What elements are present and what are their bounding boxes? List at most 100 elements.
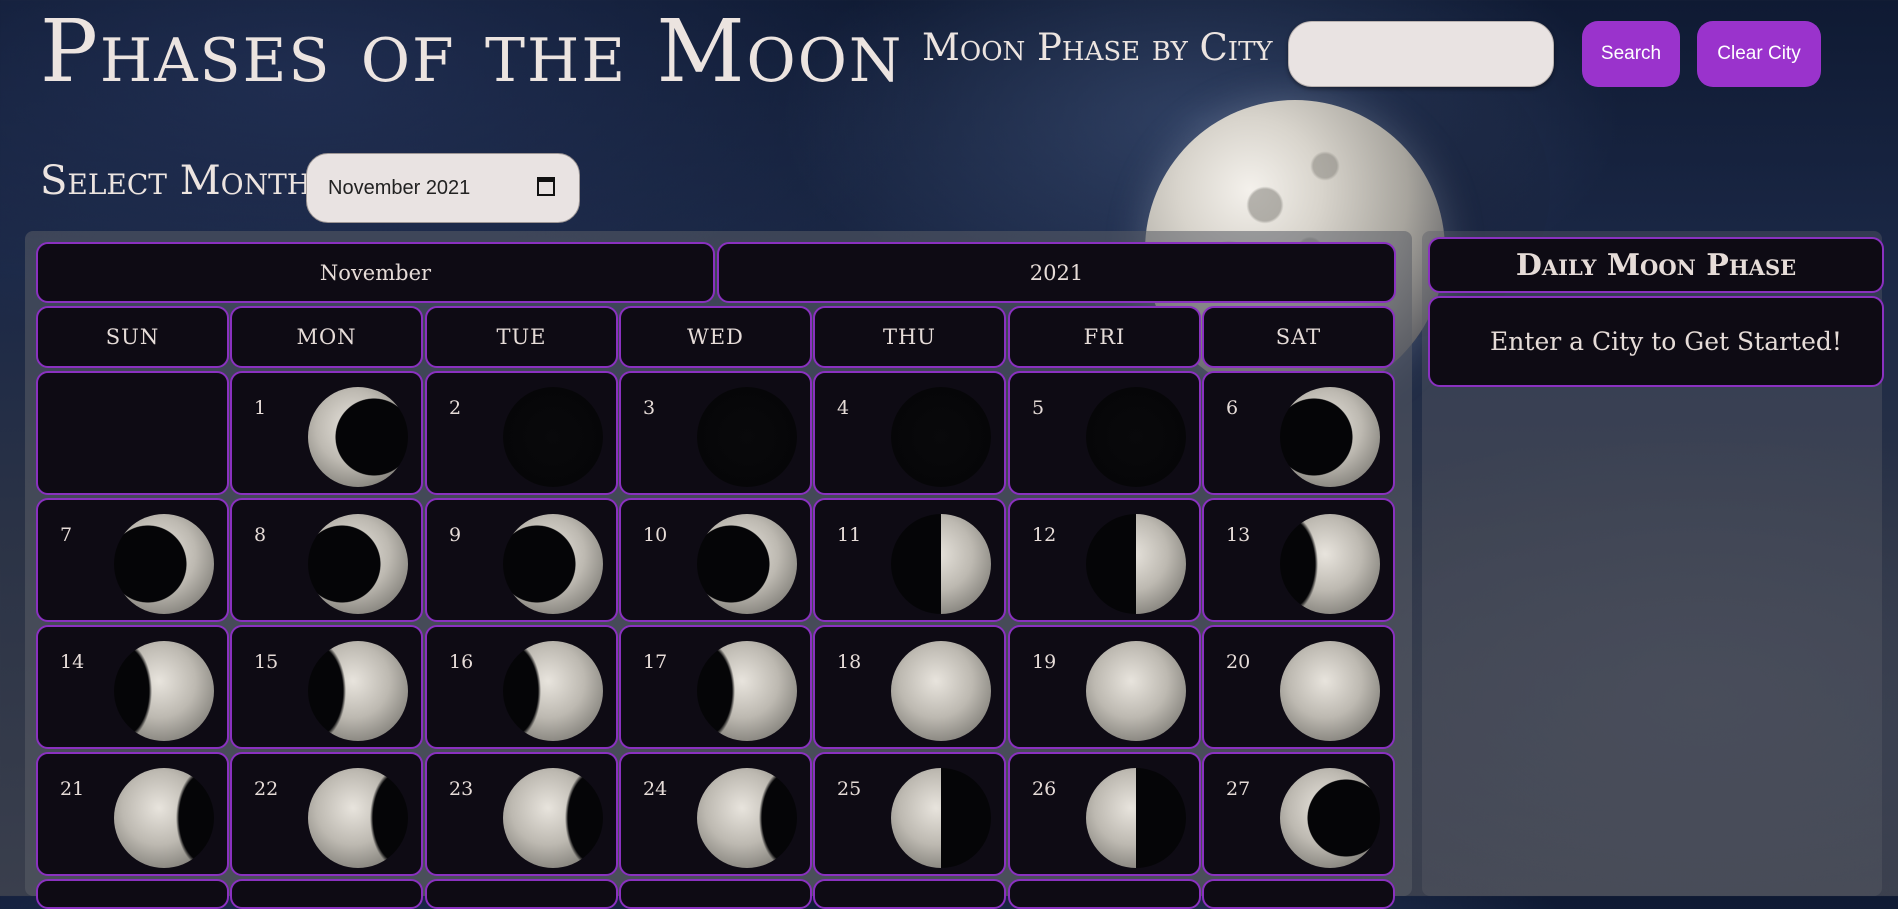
moon-phase-icon [1086,641,1186,741]
moon-phase-icon [1280,768,1380,868]
day-cell[interactable] [1008,879,1201,909]
day-number: 9 [449,524,462,546]
day-cell[interactable]: 13 [1202,498,1395,622]
day-cell[interactable]: 24 [619,752,812,876]
day-cell[interactable] [230,879,423,909]
calendar-month-header: November [36,242,715,303]
moon-phase-icon [308,641,408,741]
day-cell[interactable]: 10 [619,498,812,622]
day-number: 1 [254,397,267,419]
daily-moon-title: Daily Moon Phase [1428,237,1884,293]
day-number: 19 [1032,651,1057,673]
city-search-label: Moon Phase by City [922,26,1273,69]
moon-phase-icon [503,514,603,614]
day-cell[interactable] [36,371,229,495]
day-cell[interactable]: 11 [813,498,1006,622]
day-number: 13 [1226,524,1251,546]
day-number: 25 [837,778,862,800]
day-number: 20 [1226,651,1251,673]
moon-phase-icon [1086,514,1186,614]
search-button[interactable]: Search [1582,21,1680,87]
day-cell[interactable]: 1 [230,371,423,495]
day-cell[interactable]: 26 [1008,752,1201,876]
day-cell[interactable]: 19 [1008,625,1201,749]
moon-phase-icon [697,514,797,614]
day-cell[interactable]: 17 [619,625,812,749]
day-number: 12 [1032,524,1057,546]
calendar-year-header: 2021 [717,242,1396,303]
day-cell[interactable]: 2 [425,371,618,495]
weekday-header: WED [619,306,812,368]
clear-city-button[interactable]: Clear City [1697,21,1821,87]
day-cell[interactable]: 6 [1202,371,1395,495]
day-number: 23 [449,778,474,800]
moon-phase-icon [308,514,408,614]
moon-phase-icon [503,387,603,487]
day-cell[interactable]: 22 [230,752,423,876]
day-cell[interactable] [36,879,229,909]
day-number: 27 [1226,778,1251,800]
day-cell[interactable] [425,879,618,909]
day-number: 7 [60,524,73,546]
day-cell[interactable] [813,879,1006,909]
day-cell[interactable]: 27 [1202,752,1395,876]
weekday-header: THU [813,306,1006,368]
day-cell[interactable]: 18 [813,625,1006,749]
day-number: 5 [1032,397,1045,419]
day-number: 14 [60,651,85,673]
day-cell[interactable]: 3 [619,371,812,495]
moon-phase-icon [1086,768,1186,868]
day-cell[interactable]: 14 [36,625,229,749]
month-picker-input[interactable]: November 2021 [306,153,580,223]
moon-phase-icon [114,641,214,741]
weekday-header: TUE [425,306,618,368]
moon-phase-icon [503,768,603,868]
moon-phase-icon [891,641,991,741]
day-number: 15 [254,651,279,673]
select-month-label: Select Month: [40,158,325,204]
calendar-icon[interactable] [537,177,555,196]
day-cell[interactable]: 8 [230,498,423,622]
weekday-header: SUN [36,306,229,368]
moon-phase-icon [1280,641,1380,741]
moon-phase-icon [1280,514,1380,614]
day-cell[interactable]: 12 [1008,498,1201,622]
moon-phase-icon [697,768,797,868]
day-number: 22 [254,778,279,800]
daily-moon-message: Enter a City to Get Started! [1428,296,1884,387]
day-cell[interactable]: 5 [1008,371,1201,495]
day-cell[interactable]: 7 [36,498,229,622]
day-number: 8 [254,524,267,546]
day-cell[interactable]: 16 [425,625,618,749]
day-number: 17 [643,651,668,673]
day-cell[interactable]: 9 [425,498,618,622]
moon-phase-icon [114,768,214,868]
day-cell[interactable] [619,879,812,909]
day-number: 18 [837,651,862,673]
day-number: 4 [837,397,850,419]
moon-phase-icon [891,768,991,868]
day-number: 6 [1226,397,1239,419]
day-cell[interactable]: 21 [36,752,229,876]
day-cell[interactable]: 25 [813,752,1006,876]
day-cell[interactable]: 23 [425,752,618,876]
moon-phase-icon [114,514,214,614]
day-number: 16 [449,651,474,673]
day-cell[interactable]: 20 [1202,625,1395,749]
moon-phase-icon [697,641,797,741]
day-cell[interactable]: 4 [813,371,1006,495]
day-cell[interactable]: 15 [230,625,423,749]
city-search-input[interactable] [1288,21,1554,87]
day-number: 26 [1032,778,1057,800]
weekday-header: FRI [1008,306,1201,368]
month-picker-value: November 2021 [328,176,471,199]
day-number: 21 [60,778,85,800]
weekday-header: MON [230,306,423,368]
day-number: 11 [837,524,862,546]
day-cell[interactable] [1202,879,1395,909]
moon-phase-icon [697,387,797,487]
moon-phase-icon [308,768,408,868]
day-number: 3 [643,397,656,419]
moon-phase-icon [503,641,603,741]
moon-phase-icon [1280,387,1380,487]
